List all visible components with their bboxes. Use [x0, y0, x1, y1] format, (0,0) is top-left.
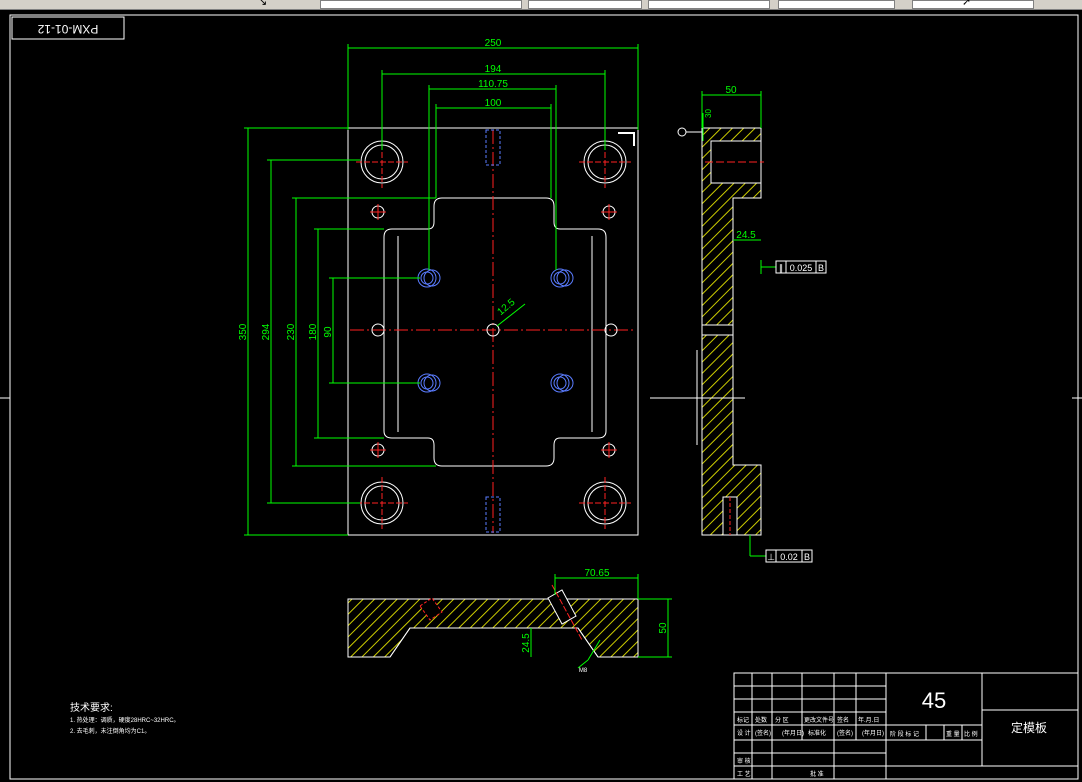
- title-block-label: 阶 段 标 记: [890, 730, 919, 738]
- side-sprue-gap: [701, 324, 734, 336]
- dim-294: 294: [261, 323, 272, 340]
- title-block-label: (年月日): [782, 729, 804, 737]
- parallelism-tolerance-frame: ∥ 0.025 B: [775, 260, 827, 274]
- title-block-label: 分 区: [775, 716, 789, 724]
- title-block-label: (签名): [755, 729, 771, 737]
- dim-194: 194: [485, 64, 502, 75]
- section-dim-70-65: 70.65: [584, 568, 609, 579]
- dim-250: 250: [485, 38, 502, 49]
- title-block-label: 标记: [737, 716, 749, 724]
- corner-mark: [618, 132, 635, 146]
- perpendicularity-value: 0.02: [780, 552, 798, 562]
- title-block-label: 重 量: [946, 730, 960, 738]
- cavity-outline: [383, 197, 607, 467]
- dim-350: 350: [238, 323, 249, 340]
- title-block-label: 审 核: [737, 757, 751, 765]
- cad-drawing-canvas[interactable]: PXM-01-12 12.5 250 194 110.75 100 350 29…: [0, 0, 1082, 782]
- perpendicularity-tolerance-frame: ⊥ 0.02 B: [765, 549, 813, 563]
- drawing-border: [9, 14, 1079, 780]
- title-block-label: 签名: [837, 716, 849, 724]
- title-block-label: 设 计: [737, 729, 751, 737]
- parallelism-datum: B: [818, 263, 824, 273]
- title-block-label: 更改文件号: [804, 716, 834, 724]
- side-dim-50: 50: [725, 85, 737, 96]
- title-block-label: (签名): [837, 729, 853, 737]
- section-cavity: [389, 627, 599, 658]
- section-dim-24-5: 24.5: [521, 633, 532, 653]
- side-view: 50 30 24.5 ∥ 0.025 B ⊥ 0.02 B: [650, 85, 827, 563]
- notes-line-2: 2. 去毛刺，未注倒角均为C1。: [70, 727, 150, 735]
- sprue-diameter-label: 12.5: [495, 297, 517, 318]
- dim-100: 100: [485, 98, 502, 109]
- section-dim-50: 50: [658, 622, 669, 634]
- vertical-dimensions: [244, 127, 436, 536]
- section-view: 70.65 50 24.5 M8: [347, 568, 672, 674]
- notes-line-1: 1. 热处理：调质，硬度28HRC~32HRC。: [70, 716, 180, 724]
- side-dim-30: 30: [704, 109, 713, 118]
- title-block-label: 标准化: [808, 729, 826, 737]
- datum-b-marker: [677, 127, 687, 137]
- title-block-label: 处数: [755, 716, 767, 724]
- side-dim-24-5: 24.5: [736, 230, 756, 241]
- dim-90: 90: [323, 326, 334, 338]
- perpendicularity-datum: B: [804, 552, 810, 562]
- title-block-label: ⊥: [767, 552, 775, 562]
- drawing-code: PXM-01-12: [37, 22, 98, 36]
- dim-230: 230: [286, 323, 297, 340]
- section-leader-label: M8: [579, 668, 588, 674]
- guide-hole-br: [579, 477, 631, 529]
- dim-180: 180: [308, 323, 319, 340]
- title-block-label: ∥: [779, 263, 784, 273]
- parallelism-value: 0.025: [790, 263, 813, 273]
- guide-hole-bl: [356, 477, 408, 529]
- notes-title: 技术要求:: [70, 701, 113, 714]
- technical-notes: 技术要求: 1. 热处理：调质，硬度28HRC~32HRC。 2. 去毛刺，未注…: [70, 701, 180, 735]
- title-block-label: (年月日): [862, 729, 884, 737]
- cavity-inner-edge: [397, 236, 593, 432]
- material-label: 45: [922, 688, 946, 713]
- title-block-label: 年.月.日: [858, 716, 879, 724]
- dim-110-75: 110.75: [478, 79, 508, 90]
- front-view: 12.5 250 194 110.75 100 350 294 230 180 …: [238, 38, 639, 536]
- title-block-label: 批 准: [810, 770, 824, 778]
- title-block-label: 比 例: [964, 730, 978, 738]
- part-name-label: 定模板: [1011, 720, 1047, 735]
- title-block-label: 工 艺: [737, 770, 751, 778]
